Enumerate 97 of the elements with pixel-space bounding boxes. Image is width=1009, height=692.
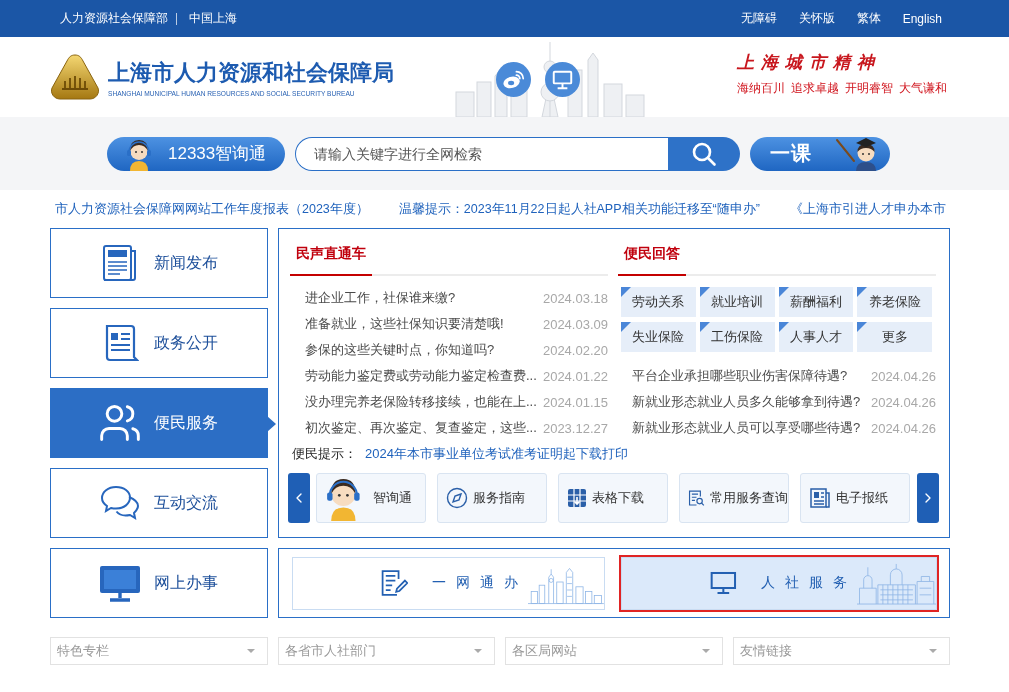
- nav-item[interactable]: 新闻发布: [50, 228, 268, 298]
- weibo-icon[interactable]: [496, 61, 531, 97]
- emblem-logo[interactable]: [50, 54, 100, 100]
- banner-label: 一网通办: [432, 574, 529, 592]
- service-banner[interactable]: 一网通办: [292, 556, 605, 610]
- category-tag[interactable]: 人事人才: [778, 322, 854, 352]
- category-tag[interactable]: 就业培训: [699, 287, 775, 317]
- next-button[interactable]: [917, 473, 939, 523]
- nav-label: 政务公开: [154, 332, 218, 353]
- select-value: 各省市人社部门: [284, 642, 376, 660]
- date-text: 2024.03.18: [542, 290, 608, 306]
- document-search-icon: [688, 487, 705, 509]
- category-tag[interactable]: 薪酬福利: [778, 287, 854, 317]
- date-text: 2024.04.26: [870, 420, 936, 436]
- section-tab[interactable]: 便民回答: [618, 229, 686, 276]
- nav-label: 网上办事: [154, 572, 218, 593]
- nav-label: 互动交流: [154, 492, 218, 513]
- date-text: 2024.02.20: [542, 342, 608, 358]
- corner-triangle-icon: [857, 322, 868, 332]
- corner-triangle-icon: [857, 287, 868, 297]
- monitor-icon: [98, 563, 142, 603]
- date-text: 2024.01.22: [542, 368, 608, 384]
- caret-down-icon: [929, 649, 937, 653]
- ticker-link[interactable]: 市人力资源社会保障网网站工作年度报表（2023年度）: [55, 200, 369, 218]
- quick-link[interactable]: 常用服务查询: [679, 473, 789, 523]
- top-link[interactable]: English: [902, 11, 942, 26]
- question-link[interactable]: 进企业工作，社保谁来缴?: [305, 289, 456, 307]
- question-link[interactable]: 新就业形态就业人员可以享受哪些待遇?: [632, 419, 861, 437]
- search-field[interactable]: 请输入关键字进行全网检索: [295, 136, 668, 171]
- question-link[interactable]: 平台企业承担哪些职业伤害保障待遇?: [632, 367, 848, 385]
- previous-button[interactable]: [288, 473, 310, 523]
- category-tag[interactable]: 失业保险: [621, 322, 696, 352]
- corner-triangle-icon: [778, 287, 789, 297]
- select-value: 特色专栏: [57, 642, 109, 660]
- date-text: 2024.04.26: [870, 394, 936, 410]
- corner-triangle-icon: [699, 287, 710, 297]
- nav-item[interactable]: 政务公开: [50, 308, 268, 378]
- motto-text: 追求卓越: [791, 80, 839, 97]
- hotline-button[interactable]: 12333智询通: [107, 136, 285, 171]
- motto-text: 海纳百川: [737, 80, 785, 97]
- date-text: 2024.03.09: [542, 316, 608, 332]
- caret-down-icon: [474, 649, 482, 653]
- top-link[interactable]: 人力资源社会保障部: [60, 10, 168, 27]
- chat-icon: [99, 484, 141, 522]
- date-text: 2023.12.27: [542, 420, 608, 436]
- question-link[interactable]: 准备就业，这些社保知识要清楚哦!: [305, 315, 504, 333]
- category-tag[interactable]: 养老保险: [857, 287, 932, 317]
- quick-link[interactable]: 服务指南: [437, 473, 547, 523]
- motto-text: 大气谦和: [899, 80, 947, 97]
- corner-triangle-icon: [621, 322, 631, 332]
- monitor-icon[interactable]: [545, 61, 580, 97]
- nav-label: 便民服务: [154, 412, 218, 433]
- question-link[interactable]: 新就业形态就业人员多久能够拿到待遇?: [632, 393, 861, 411]
- newspaper-icon: [809, 487, 831, 509]
- top-link[interactable]: 中国上海: [189, 10, 237, 27]
- monitor-icon: [710, 569, 737, 597]
- top-link[interactable]: 关怀版: [798, 10, 835, 27]
- category-tag[interactable]: 劳动关系: [621, 287, 696, 317]
- nav-item[interactable]: 互动交流: [50, 468, 268, 538]
- site-title: 上海市人力资源和社会保障局: [108, 59, 394, 87]
- notice-label: 便民提示：: [292, 445, 357, 463]
- course-button[interactable]: 一课: [750, 136, 890, 171]
- service-banner[interactable]: 人社服务: [621, 556, 937, 610]
- date-text: 2024.04.26: [870, 368, 936, 384]
- search-button[interactable]: [668, 136, 740, 171]
- category-tag[interactable]: 更多: [857, 322, 932, 352]
- question-link[interactable]: 劳动能力鉴定费或劳动能力鉴定检查费...: [305, 367, 537, 385]
- question-link[interactable]: 初次鉴定、再次鉴定、复查鉴定，这些...: [305, 419, 537, 437]
- corner-triangle-icon: [778, 322, 789, 332]
- ticker-link[interactable]: 温馨提示：2023年11月22日起人社APP相关功能迁移至“随申办”: [398, 200, 760, 218]
- table-download-icon: [567, 488, 587, 508]
- quick-link[interactable]: 电子报纸: [800, 473, 910, 523]
- corner-triangle-icon: [699, 322, 710, 332]
- nav-label: 新闻发布: [154, 252, 218, 273]
- corner-triangle-icon: [621, 287, 631, 297]
- category-tag[interactable]: 工伤保险: [699, 322, 775, 352]
- quick-link[interactable]: 智询通: [316, 473, 426, 523]
- caret-down-icon: [246, 649, 255, 653]
- search-icon: [691, 140, 717, 167]
- nav-item[interactable]: 网上办事: [50, 548, 268, 618]
- select-value: 各区局网站: [512, 642, 577, 660]
- motto-text: 开明睿智: [845, 80, 893, 97]
- section-tab[interactable]: 民声直通车: [290, 229, 372, 276]
- top-link[interactable]: 繁体: [856, 10, 881, 27]
- date-text: 2024.01.15: [542, 394, 608, 410]
- select-value: 友情链接: [739, 642, 792, 660]
- notice-link[interactable]: 2024年本市事业单位考试准考证明起下载打印: [365, 445, 628, 463]
- quick-link[interactable]: 表格下载: [558, 473, 668, 523]
- question-link[interactable]: 没办理完养老保险转移接续，也能在上...: [305, 393, 537, 411]
- pointer-icon: [267, 416, 276, 432]
- question-link[interactable]: 参保的这些关键时点，你知道吗?: [305, 341, 495, 359]
- compass-icon: [446, 487, 468, 509]
- banner-label: 人社服务: [760, 574, 857, 592]
- caret-down-icon: [701, 649, 710, 653]
- ticker-link[interactable]: 《上海市引进人才申办本市: [789, 200, 946, 218]
- motto-title: 上海城市精神: [737, 51, 881, 74]
- top-link[interactable]: 无障碍: [740, 10, 777, 27]
